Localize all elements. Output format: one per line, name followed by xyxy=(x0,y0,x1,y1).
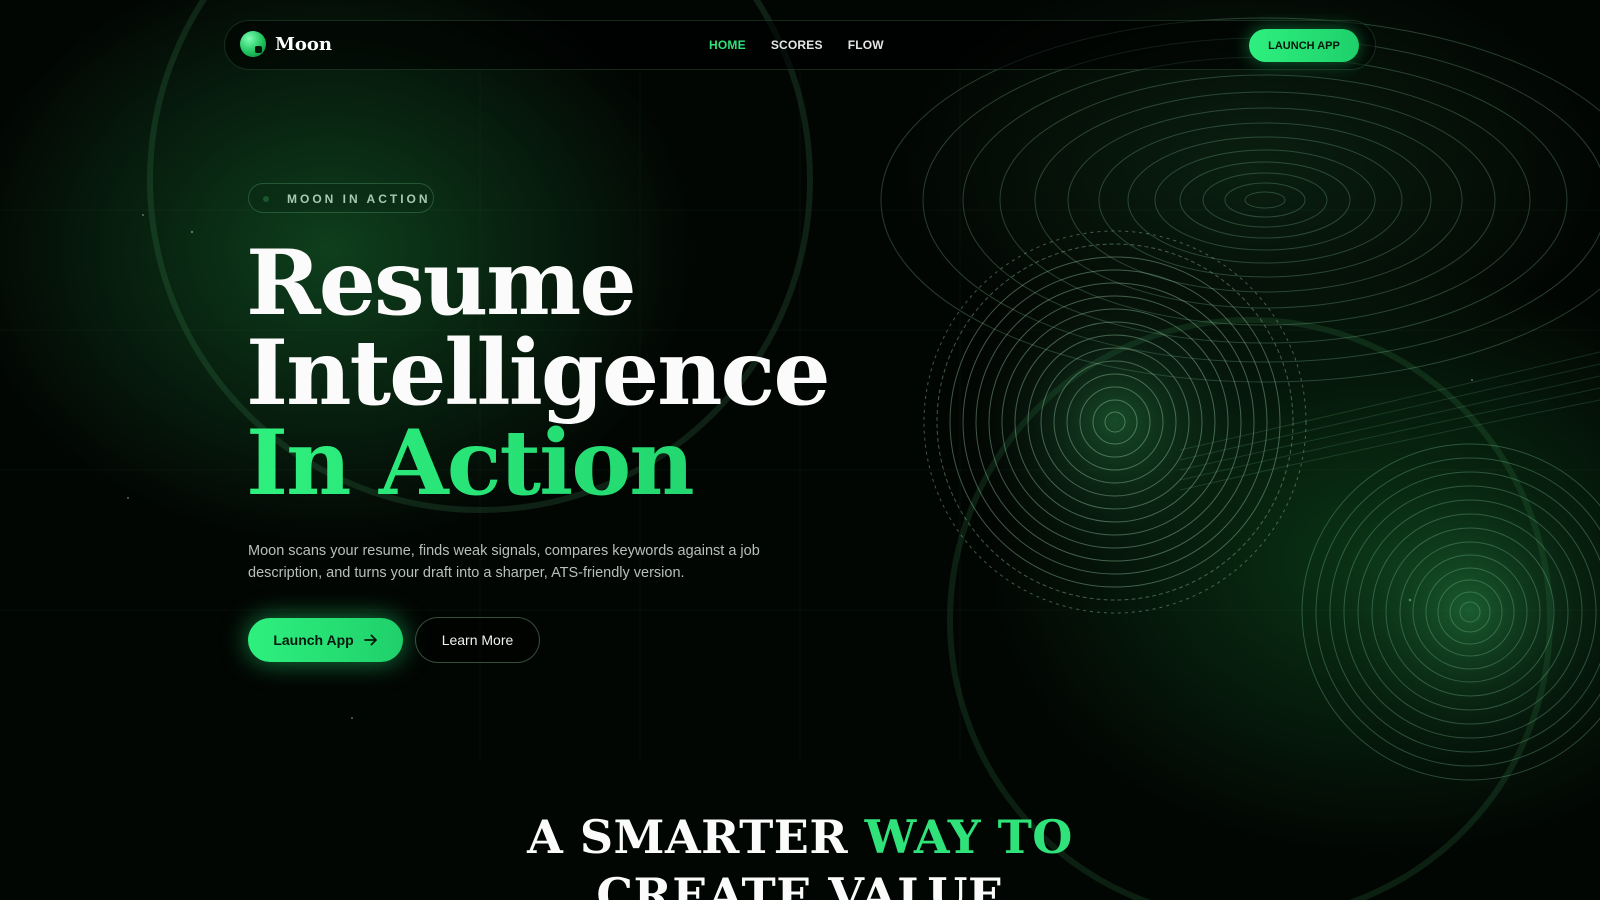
section-title-part-1: A SMARTER xyxy=(527,810,865,864)
hero-title-line-2: Intelligence xyxy=(246,320,831,426)
section-title-line-2: CREATE VALUE xyxy=(596,868,1004,900)
badge-label: MOON IN ACTION xyxy=(287,192,431,206)
nav-launch-app-button[interactable]: LAUNCH APP xyxy=(1249,29,1359,62)
nav-link-home[interactable]: HOME xyxy=(709,38,746,52)
hero-description: Moon scans your resume, finds weak signa… xyxy=(248,543,760,581)
moon-logo-icon xyxy=(240,31,266,57)
nav-link-scores[interactable]: SCORES xyxy=(771,38,823,52)
hero-title-line-1: Resume xyxy=(246,230,637,336)
arrow-right-icon xyxy=(363,634,377,646)
section-title-part-2: WAY TO xyxy=(864,810,1073,864)
hero-launch-app-button[interactable]: Launch App xyxy=(248,618,403,662)
section-title: A SMARTER WAY TO CREATE VALUE xyxy=(0,808,1600,900)
hero-title-line-3: In Action xyxy=(246,418,829,508)
hero-title: Resume Intelligence In Action xyxy=(246,230,831,508)
badge-dot-icon xyxy=(263,196,269,202)
hero-launch-app-label: Launch App xyxy=(273,632,354,648)
nav-links: HOME SCORES FLOW xyxy=(709,38,909,52)
nav-link-flow[interactable]: FLOW xyxy=(848,38,884,52)
brand-logo[interactable]: Moon xyxy=(240,31,332,57)
hero-learn-more-button[interactable]: Learn More xyxy=(415,617,540,663)
hero-badge: MOON IN ACTION xyxy=(248,183,434,213)
brand-name: Moon xyxy=(275,33,333,55)
top-navbar: Moon HOME SCORES FLOW LAUNCH APP xyxy=(224,20,1376,70)
